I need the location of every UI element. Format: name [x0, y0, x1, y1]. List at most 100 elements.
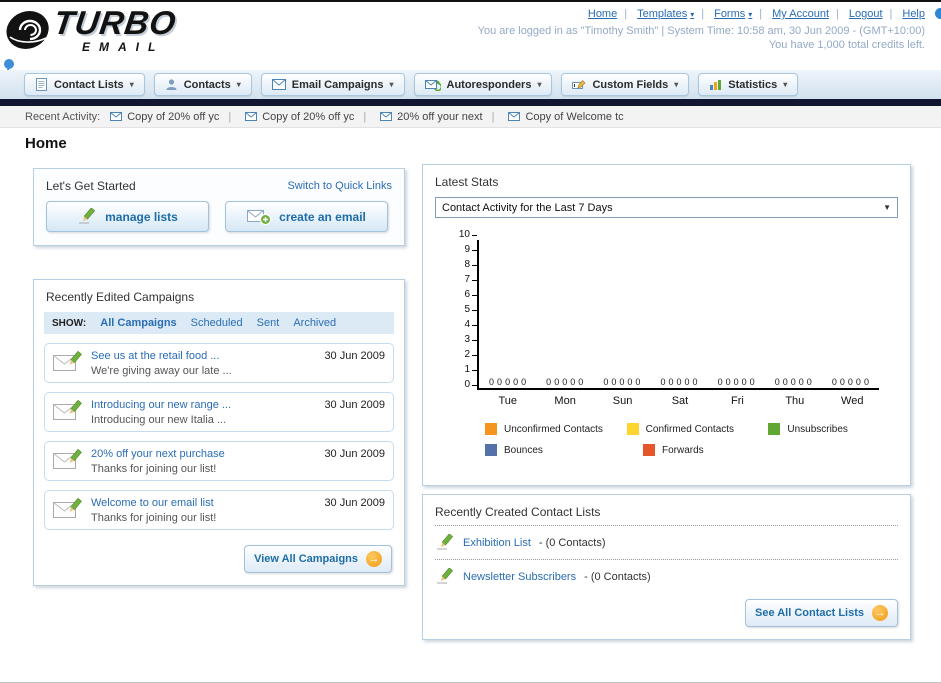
- tab-autoresponders[interactable]: Autoresponders ▾: [413, 73, 553, 96]
- bar-value-label: 0: [570, 377, 576, 387]
- recent-activity-item[interactable]: Copy of Welcome tc: [483, 111, 624, 123]
- legend-swatch-bounces: [485, 444, 497, 456]
- envelope-icon: [508, 112, 521, 121]
- bar-value-label: 0: [741, 377, 747, 387]
- help-bubble-icon[interactable]: [935, 8, 941, 19]
- tab-label: Contact Lists: [54, 78, 124, 91]
- bar-value-label: 0: [578, 377, 584, 387]
- contact-activity-chart: 10 9 8 7 6 5 4 3 2 1 0 000000000000000000000000000…: [451, 230, 910, 390]
- campaign-title-link[interactable]: Introducing our new range ...: [91, 399, 316, 411]
- y-axis-tick-label: 0: [464, 380, 477, 390]
- main-nav-bar: Contact Lists ▾ Contacts ▾ Email Campaig…: [0, 70, 941, 99]
- legend-swatch-unsubscribes: [768, 423, 781, 435]
- recent-activity-label: Recent Activity:: [25, 110, 101, 123]
- left-column: Let's Get Started Switch to Quick Links …: [33, 168, 405, 586]
- top-navigation: Home Templates▾ Forms▾ My Account Logout…: [588, 8, 925, 20]
- campaign-row: See us at the retail food ... We're givi…: [44, 343, 394, 383]
- tab-contacts[interactable]: Contacts ▾: [153, 73, 252, 96]
- legend-label: Bounces: [504, 444, 543, 456]
- get-started-panel: Let's Get Started Switch to Quick Links …: [33, 168, 405, 246]
- bar-value-label: 0: [635, 377, 641, 387]
- campaign-date: 30 Jun 2009: [324, 399, 385, 411]
- recent-activity-text: Copy of 20% off yc: [127, 110, 220, 123]
- contact-list-name-link[interactable]: Exhibition List: [463, 537, 531, 549]
- bar-value-label: 0: [725, 377, 731, 387]
- recently-created-contact-lists-panel: Recently Created Contact Lists Exhibitio…: [422, 494, 911, 640]
- nav-link-label: Logout: [848, 8, 883, 20]
- tab-label: Custom Fields: [592, 78, 669, 91]
- pencil-icon: [437, 568, 454, 584]
- bar-value-label: 0: [855, 377, 861, 387]
- recent-activity-text: 20% off your next: [397, 110, 483, 123]
- nav-link-label: Help: [902, 8, 925, 20]
- recent-activity-text: Copy of 20% off yc: [262, 110, 355, 123]
- credits-text: You have 1,000 total credits left.: [768, 39, 925, 51]
- nav-link-label: Forms: [714, 8, 746, 20]
- tab-custom-fields[interactable]: Custom Fields ▾: [561, 73, 690, 96]
- view-all-campaigns-label: View All Campaigns: [254, 553, 358, 565]
- latest-stats-panel: Latest Stats Contact Activity for the La…: [422, 164, 911, 486]
- x-axis-label: Mon: [554, 395, 576, 407]
- manage-lists-button[interactable]: manage lists: [46, 201, 209, 232]
- bar-value-label: 0: [684, 377, 690, 387]
- nav-link-forms[interactable]: Forms▾: [694, 8, 752, 20]
- campaign-title-link[interactable]: Welcome to our email list: [91, 497, 316, 509]
- tab-contact-lists[interactable]: Contact Lists ▾: [24, 73, 145, 96]
- tab-label: Statistics: [728, 78, 778, 91]
- view-all-campaigns-button[interactable]: View All Campaigns →: [244, 545, 392, 573]
- contact-list-name-link[interactable]: Newsletter Subscribers: [463, 571, 576, 583]
- legend-item: Confirmed Contacts: [626, 423, 769, 435]
- see-all-contact-lists-button[interactable]: See All Contact Lists →: [744, 599, 898, 627]
- x-axis-label: Wed: [841, 395, 864, 407]
- chevron-down-icon: ▾: [674, 80, 679, 89]
- nav-link-my-account[interactable]: My Account: [752, 8, 829, 20]
- tab-label: Email Campaigns: [291, 78, 384, 91]
- chevron-down-icon: ▾: [236, 80, 241, 89]
- nav-link-help[interactable]: Help: [883, 8, 925, 20]
- y-axis-tick-label: 3: [464, 335, 477, 345]
- filter-sent[interactable]: Sent: [257, 317, 280, 329]
- filter-archived[interactable]: Archived: [293, 317, 336, 329]
- bar-value-label: 0: [497, 377, 503, 387]
- x-axis-label: Thu: [785, 395, 805, 407]
- login-status-text: You are logged in as "Timothy Smith" | S…: [477, 25, 925, 37]
- tab-label: Autoresponders: [446, 78, 532, 91]
- bar-value-label: 0: [627, 377, 633, 387]
- tab-email-campaigns[interactable]: Email Campaigns ▾: [260, 73, 405, 96]
- recent-activity-item[interactable]: 20% off your next: [354, 110, 483, 123]
- stats-period-select[interactable]: Contact Activity for the Last 7 Days ▼: [435, 197, 898, 218]
- show-label: SHOW:: [52, 317, 87, 329]
- y-axis-tick-label: 10: [459, 230, 477, 240]
- campaign-filters: SHOW: All Campaigns Scheduled Sent Archi…: [44, 312, 394, 334]
- logo-text: TURBO EMAIL: [51, 4, 179, 54]
- y-axis-tick-label: 7: [464, 275, 477, 285]
- campaign-date: 30 Jun 2009: [324, 448, 385, 460]
- y-axis-tick-label: 6: [464, 290, 477, 300]
- create-an-email-button[interactable]: create an email: [225, 201, 388, 232]
- bar-value-label: 0: [839, 377, 845, 387]
- contact-list-row: Newsletter Subscribers - (0 Contacts): [423, 560, 910, 593]
- chart-legend: Unconfirmed Contacts Confirmed Contacts …: [485, 423, 910, 456]
- recent-activity-text: Copy of Welcome tc: [525, 110, 624, 123]
- nav-link-label: My Account: [772, 8, 829, 20]
- campaign-title-link[interactable]: See us at the retail food ...: [91, 350, 316, 362]
- campaign-title-link[interactable]: 20% off your next purchase: [91, 448, 316, 460]
- switch-to-quick-links-link[interactable]: Switch to Quick Links: [287, 180, 392, 192]
- logo-title: TURBO: [51, 4, 179, 41]
- page-title: Home: [25, 135, 67, 152]
- filter-all-campaigns[interactable]: All Campaigns: [100, 317, 176, 329]
- nav-link-logout[interactable]: Logout: [829, 8, 883, 20]
- filter-scheduled[interactable]: Scheduled: [191, 317, 243, 329]
- chevron-down-icon: ▾: [537, 80, 542, 89]
- nav-link-templates[interactable]: Templates▾: [617, 8, 694, 20]
- login-info: You are logged in as "Timothy Smith" | S…: [478, 24, 925, 52]
- recent-activity-item[interactable]: Copy of 20% off yc: [110, 111, 219, 123]
- app-logo[interactable]: TURBO EMAIL: [6, 4, 179, 54]
- recent-activity-item[interactable]: Copy of 20% off yc: [219, 111, 354, 123]
- latest-stats-title: Latest Stats: [435, 175, 499, 189]
- tab-statistics[interactable]: Statistics ▾: [698, 73, 799, 96]
- see-all-contact-lists-label: See All Contact Lists: [754, 607, 864, 619]
- right-column: Latest Stats Contact Activity for the La…: [422, 164, 911, 640]
- arrow-right-icon: →: [872, 605, 888, 621]
- nav-link-home[interactable]: Home: [588, 8, 617, 20]
